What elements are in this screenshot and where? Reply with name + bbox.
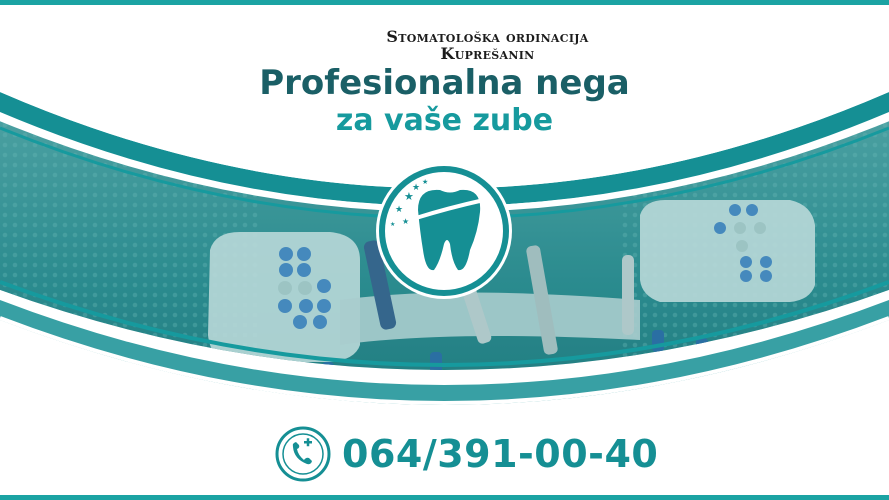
svg-text:★: ★ bbox=[402, 217, 409, 226]
svg-text:★: ★ bbox=[412, 183, 420, 193]
svg-text:★: ★ bbox=[422, 178, 428, 186]
clinic-name-line2: Kuprešanin bbox=[440, 44, 535, 63]
phone-medical-icon bbox=[275, 426, 331, 482]
header: Stomatološka ordinacija Kuprešanin Profe… bbox=[0, 28, 889, 139]
headline-line1: Profesionalna nega bbox=[259, 63, 630, 103]
bottom-accent-bar bbox=[0, 495, 889, 500]
headline-line2: za vaše zube bbox=[335, 103, 554, 138]
svg-text:★: ★ bbox=[395, 205, 403, 215]
clinic-name-line1: Stomatološka ordinacija bbox=[386, 27, 589, 46]
contact-phone[interactable]: 064/391-00-40 bbox=[274, 424, 658, 484]
phone-number[interactable]: 064/391-00-40 bbox=[342, 432, 658, 476]
tooth-stars-icon: ★ ★ ★ ★ ★ ★ bbox=[376, 163, 512, 299]
banner: ★ ★ ★ ★ ★ ★ Stomatološka ordinacija Kupr… bbox=[0, 0, 889, 500]
svg-text:★: ★ bbox=[390, 221, 395, 228]
